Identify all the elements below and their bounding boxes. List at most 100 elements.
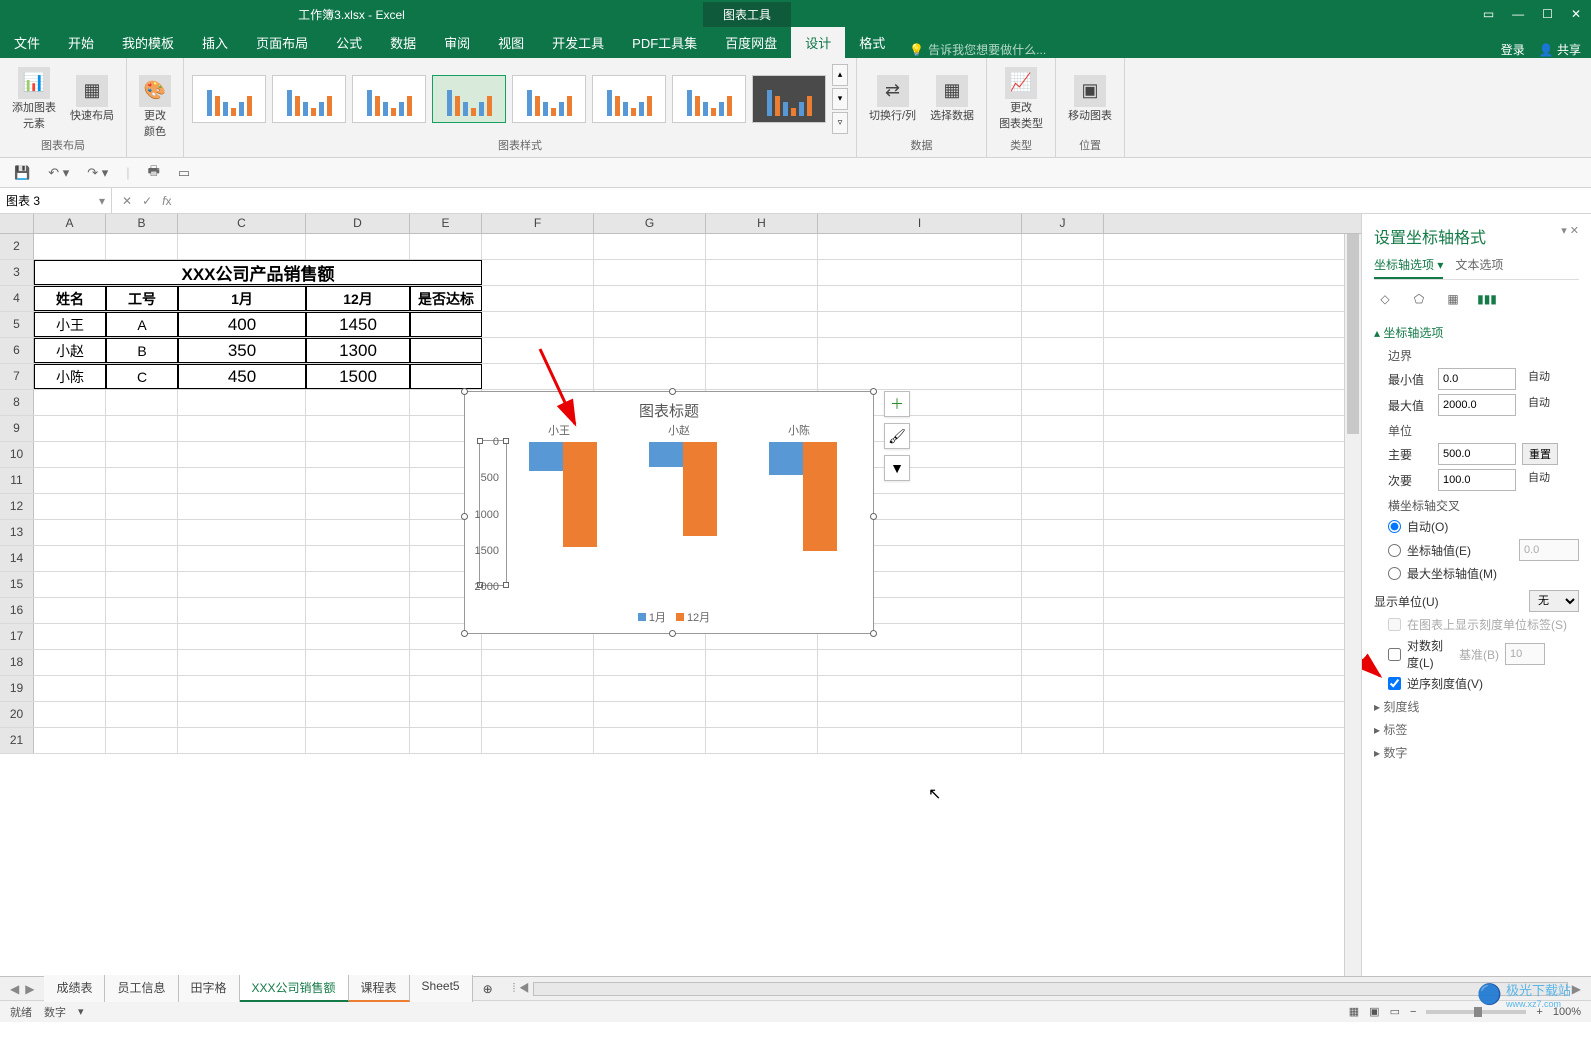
cell[interactable] [306, 572, 410, 597]
cell[interactable] [106, 494, 178, 519]
cell[interactable] [706, 260, 818, 285]
cell[interactable] [178, 520, 306, 545]
cell[interactable] [1022, 546, 1104, 571]
select-all-corner[interactable] [0, 214, 34, 233]
cell[interactable] [1022, 494, 1104, 519]
cell[interactable]: 1300 [306, 338, 410, 363]
reverse-values-checkbox[interactable] [1388, 677, 1401, 690]
cell[interactable] [594, 312, 706, 337]
dropdown-icon[interactable]: ▾ [99, 194, 105, 208]
sheet-tab[interactable]: 田字格 [179, 975, 240, 1002]
cell[interactable] [34, 598, 106, 623]
cell[interactable] [1022, 702, 1104, 727]
sheet-tab[interactable]: XXX公司销售额 [240, 975, 349, 1002]
col-header[interactable]: J [1022, 214, 1104, 233]
cell[interactable] [1022, 390, 1104, 415]
cell[interactable]: 1450 [306, 312, 410, 337]
cell[interactable]: 是否达标 [410, 286, 482, 311]
row-header[interactable]: 4 [0, 286, 34, 311]
cell[interactable] [482, 234, 594, 259]
major-reset-button[interactable]: 重置 [1522, 443, 1558, 465]
zoom-slider[interactable] [1426, 1010, 1526, 1014]
cell[interactable]: 姓名 [34, 286, 106, 311]
chart-styles-gallery[interactable]: ▴▾▿ [192, 62, 848, 135]
gallery-scroll-button[interactable]: ▾ [832, 88, 848, 110]
quick-layout-button[interactable]: ▦ 快速布局 [66, 73, 118, 125]
cell[interactable] [818, 234, 1022, 259]
cell[interactable] [34, 390, 106, 415]
cell[interactable] [410, 676, 482, 701]
cell[interactable] [594, 728, 706, 753]
cell[interactable] [106, 702, 178, 727]
sheet-tab[interactable]: 课程表 [349, 975, 410, 1002]
chart-style-thumb[interactable] [592, 75, 666, 123]
cell[interactable] [306, 728, 410, 753]
display-unit-select[interactable]: 无 [1529, 590, 1579, 612]
move-chart-button[interactable]: ▣ 移动图表 [1064, 73, 1116, 125]
cross-value-input[interactable] [1519, 539, 1579, 561]
cell[interactable] [306, 468, 410, 493]
cell[interactable]: 小陈 [34, 364, 106, 389]
max-auto-button[interactable]: 自动 [1522, 394, 1556, 416]
cell[interactable] [818, 676, 1022, 701]
cell[interactable] [34, 650, 106, 675]
save-icon[interactable]: 💾 [14, 165, 30, 181]
col-header[interactable]: E [410, 214, 482, 233]
cell[interactable] [106, 468, 178, 493]
tab-review[interactable]: 审阅 [430, 27, 484, 58]
chart-style-thumb[interactable] [272, 75, 346, 123]
minor-unit-input[interactable] [1438, 469, 1516, 491]
row-header[interactable]: 21 [0, 728, 34, 753]
row-header[interactable]: 16 [0, 598, 34, 623]
vertical-scrollbar[interactable] [1344, 234, 1361, 976]
cell[interactable] [410, 728, 482, 753]
cell[interactable] [178, 234, 306, 259]
cell[interactable]: 1500 [306, 364, 410, 389]
min-auto-button[interactable]: 自动 [1522, 368, 1556, 390]
col-header[interactable]: D [306, 214, 410, 233]
switch-row-col-button[interactable]: ⇄ 切换行/列 [865, 73, 920, 125]
cell[interactable] [178, 494, 306, 519]
cell[interactable] [106, 598, 178, 623]
preview-icon[interactable]: ▭ [178, 165, 190, 181]
cell[interactable] [306, 624, 410, 649]
row-header[interactable]: 17 [0, 624, 34, 649]
chart-style-thumb[interactable] [752, 75, 826, 123]
name-box[interactable]: 图表 3▾ [0, 188, 112, 213]
log-scale-checkbox[interactable] [1388, 648, 1401, 661]
cell[interactable] [706, 312, 818, 337]
row-header[interactable]: 11 [0, 468, 34, 493]
sheet-nav-prev-icon[interactable]: ◀ [10, 982, 19, 996]
cell[interactable] [410, 702, 482, 727]
fx-icon[interactable]: fx [162, 194, 171, 208]
cell[interactable] [706, 364, 818, 389]
cross-auto-radio[interactable] [1388, 520, 1401, 533]
cell[interactable] [482, 728, 594, 753]
axis-options-tab[interactable]: 坐标轴选项 ▾ [1374, 252, 1443, 279]
axis-options-icon[interactable]: ▮▮▮ [1476, 288, 1498, 310]
tab-dev[interactable]: 开发工具 [538, 27, 618, 58]
cell[interactable] [106, 572, 178, 597]
scrollbar-thumb[interactable] [1347, 234, 1359, 434]
cell[interactable] [1022, 338, 1104, 363]
tab-templates[interactable]: 我的模板 [108, 27, 188, 58]
pane-menu-icon[interactable]: ▾ ✕ [1561, 224, 1579, 248]
cell[interactable] [706, 702, 818, 727]
cell[interactable] [1022, 468, 1104, 493]
cell[interactable] [410, 312, 482, 337]
cell[interactable] [1022, 598, 1104, 623]
cell[interactable] [1022, 442, 1104, 467]
minimize-icon[interactable]: — [1512, 7, 1524, 21]
cell[interactable] [178, 702, 306, 727]
accept-formula-icon[interactable]: ✓ [142, 194, 152, 208]
login-link[interactable]: 登录 [1501, 41, 1525, 58]
cell[interactable]: 工号 [106, 286, 178, 311]
cell[interactable] [482, 676, 594, 701]
cell[interactable] [306, 676, 410, 701]
cell[interactable] [106, 416, 178, 441]
cell[interactable] [34, 546, 106, 571]
view-page-icon[interactable]: ▣ [1369, 1005, 1379, 1018]
cell[interactable] [178, 650, 306, 675]
major-unit-input[interactable] [1438, 443, 1516, 465]
cell[interactable] [178, 468, 306, 493]
